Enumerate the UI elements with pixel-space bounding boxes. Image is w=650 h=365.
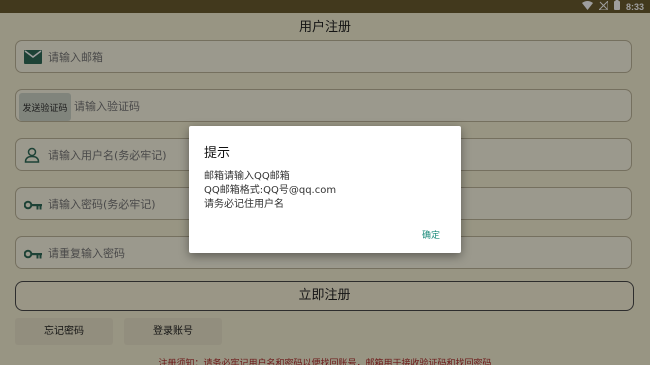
ok-button[interactable]: 确定	[422, 228, 440, 241]
dialog-title: 提示	[204, 146, 231, 161]
dialog-message: 邮箱请输入QQ邮箱 QQ邮箱格式:QQ号@qq.com 请务必记住用户名	[204, 170, 336, 212]
dialog-line: QQ邮箱格式:QQ号@qq.com	[204, 185, 337, 196]
dialog-line: 请务必记住用户名	[204, 199, 284, 210]
dialog-line: 邮箱请输入QQ邮箱	[204, 171, 290, 182]
notice-dialog: 提示 邮箱请输入QQ邮箱 QQ邮箱格式:QQ号@qq.com 请务必记住用户名 …	[189, 126, 461, 253]
